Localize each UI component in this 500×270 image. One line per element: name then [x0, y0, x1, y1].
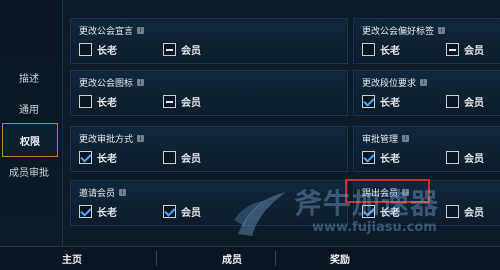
checkbox-member[interactable] [446, 43, 459, 56]
elder-option[interactable]: 长老 [362, 204, 400, 219]
info-icon[interactable]: i [137, 27, 145, 34]
info-icon[interactable]: i [137, 135, 145, 142]
permission-panel-edit-tags: 更改公会偏好标签 i 长老 会员 [353, 18, 500, 64]
bottom-tab-bar: 主页 成员 奖励 [0, 246, 500, 270]
elder-label: 长老 [97, 46, 117, 57]
member-option[interactable]: 会员 [446, 204, 484, 219]
checkbox-elder[interactable] [79, 205, 92, 218]
checkbox-elder[interactable] [362, 205, 375, 218]
member-label: 会员 [181, 208, 201, 219]
member-label: 会员 [181, 98, 201, 109]
checkbox-member[interactable] [163, 43, 176, 56]
permission-title: 更改审批方式 [79, 135, 134, 145]
permission-panel-edit-approval-method: 更改审批方式 i 长老 会员 [70, 126, 348, 172]
permission-panel-invite-member: 邀请会员 i 长老 会员 [70, 180, 348, 226]
elder-label: 长老 [97, 208, 117, 219]
checkbox-member[interactable] [446, 205, 459, 218]
tab-members[interactable]: 成员 [222, 251, 242, 266]
checkbox-member[interactable] [446, 151, 459, 164]
member-label: 会员 [464, 46, 484, 57]
elder-label: 长老 [380, 154, 400, 165]
nav-item-label: 权限 [20, 136, 40, 148]
permission-title: 邀请会员 [79, 189, 116, 199]
member-option[interactable]: 会员 [446, 42, 484, 57]
nav-item-description[interactable]: 描述 [0, 66, 58, 88]
checkbox-member[interactable] [163, 151, 176, 164]
member-label: 会员 [464, 208, 484, 219]
permission-panel-approval-management: 审批管理 i 长老 会员 [353, 126, 500, 172]
member-option[interactable]: 会员 [446, 150, 484, 165]
tab-home[interactable]: 主页 [62, 251, 82, 266]
info-icon[interactable]: i [402, 135, 410, 142]
checkbox-elder[interactable] [362, 43, 375, 56]
elder-label: 长老 [380, 46, 400, 57]
tab-separator [275, 251, 276, 266]
permission-title: 更改公会图标 [79, 79, 134, 89]
elder-option[interactable]: 长老 [362, 94, 400, 109]
checkbox-elder[interactable] [362, 95, 375, 108]
elder-option[interactable]: 长老 [79, 150, 117, 165]
nav-item-label: 成员审批 [9, 167, 49, 179]
nav-item-general[interactable]: 通用 [0, 97, 58, 119]
elder-option[interactable]: 长老 [79, 42, 117, 57]
elder-option[interactable]: 长老 [79, 204, 117, 219]
permission-panel-edit-rank: 更改段位要求 i 长老 会员 [353, 70, 500, 116]
elder-option[interactable]: 长老 [362, 150, 400, 165]
permission-title: 审批管理 [362, 135, 399, 145]
member-option[interactable]: 会员 [446, 94, 484, 109]
info-icon[interactable]: i [438, 27, 446, 34]
info-icon[interactable]: i [137, 79, 145, 86]
elder-label: 长老 [380, 208, 400, 219]
permission-panel-edit-declaration: 更改公会宣言 i 长老 会员 [70, 18, 348, 64]
member-option[interactable]: 会员 [163, 204, 201, 219]
tab-rewards[interactable]: 奖励 [330, 251, 350, 266]
checkbox-member[interactable] [446, 95, 459, 108]
member-label: 会员 [181, 46, 201, 57]
nav-item-permissions[interactable]: 权限 [2, 123, 58, 157]
nav-item-label: 描述 [19, 73, 39, 85]
checkbox-elder[interactable] [362, 151, 375, 164]
nav-item-label: 通用 [19, 104, 39, 116]
checkbox-elder[interactable] [79, 43, 92, 56]
nav-item-member-approval[interactable]: 成员审批 [0, 160, 58, 182]
tab-separator [156, 251, 157, 266]
elder-option[interactable]: 长老 [362, 42, 400, 57]
permission-panel-edit-icon: 更改公会图标 i 长老 会员 [70, 70, 348, 116]
elder-label: 长老 [97, 154, 117, 165]
elder-label: 长老 [380, 98, 400, 109]
member-label: 会员 [181, 154, 201, 165]
permission-title: 更改段位要求 [362, 79, 417, 89]
elder-option[interactable]: 长老 [79, 94, 117, 109]
info-icon[interactable]: i [420, 79, 428, 86]
member-label: 会员 [464, 98, 484, 109]
info-icon[interactable]: i [119, 189, 127, 196]
member-option[interactable]: 会员 [163, 42, 201, 57]
elder-label: 长老 [97, 98, 117, 109]
checkbox-member[interactable] [163, 205, 176, 218]
member-label: 会员 [464, 154, 484, 165]
permission-title: 更改公会宣言 [79, 27, 134, 37]
permissions-sidebar: 描述 通用 权限 成员审批 [0, 0, 63, 246]
permission-title: 更改公会偏好标签 [362, 27, 435, 37]
member-option[interactable]: 会员 [163, 94, 201, 109]
member-option[interactable]: 会员 [163, 150, 201, 165]
checkbox-elder[interactable] [79, 151, 92, 164]
checkbox-member[interactable] [163, 95, 176, 108]
highlight-box [345, 179, 430, 203]
checkbox-elder[interactable] [79, 95, 92, 108]
